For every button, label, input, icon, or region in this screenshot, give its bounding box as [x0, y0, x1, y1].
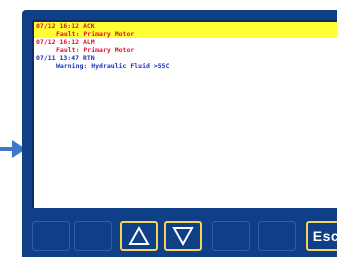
up-triangle-icon	[128, 226, 150, 245]
esc-label: Esc	[312, 227, 337, 244]
alarm-item-alm[interactable]: 07/12 16:12 ALM Fault: Primary Motor	[34, 38, 337, 54]
alarm-timestamp-state: 07/11 13:47 RTN	[36, 54, 95, 62]
softkey-5[interactable]	[212, 221, 250, 251]
hmi-display: 07/12 16:12 ACK Fault: Primary Motor 07/…	[0, 0, 337, 257]
alarm-timestamp-state: 07/12 16:12 ACK	[36, 22, 95, 30]
alarm-list: 07/12 16:12 ACK Fault: Primary Motor 07/…	[34, 22, 337, 70]
softkey-2[interactable]	[74, 221, 112, 251]
scroll-up-button[interactable]	[120, 221, 158, 251]
softkey-bar: Esc	[22, 214, 337, 257]
alarm-message: Fault: Primary Motor	[56, 46, 135, 54]
down-triangle-icon	[172, 227, 194, 246]
softkey-1[interactable]	[32, 221, 70, 251]
alarm-timestamp-state: 07/12 16:12 ALM	[36, 38, 95, 46]
esc-button[interactable]: Esc	[306, 221, 337, 251]
alarm-screen: 07/12 16:12 ACK Fault: Primary Motor 07/…	[32, 20, 337, 208]
alarm-item-ack[interactable]: 07/12 16:12 ACK Fault: Primary Motor	[34, 22, 337, 38]
scroll-down-button[interactable]	[164, 221, 202, 251]
alarm-item-rtn[interactable]: 07/11 13:47 RTN Warning: Hydraulic Fluid…	[34, 54, 337, 70]
alarm-message: Fault: Primary Motor	[56, 30, 135, 38]
alarm-message: Warning: Hydraulic Fluid >55C	[56, 62, 170, 70]
softkey-6[interactable]	[258, 221, 296, 251]
